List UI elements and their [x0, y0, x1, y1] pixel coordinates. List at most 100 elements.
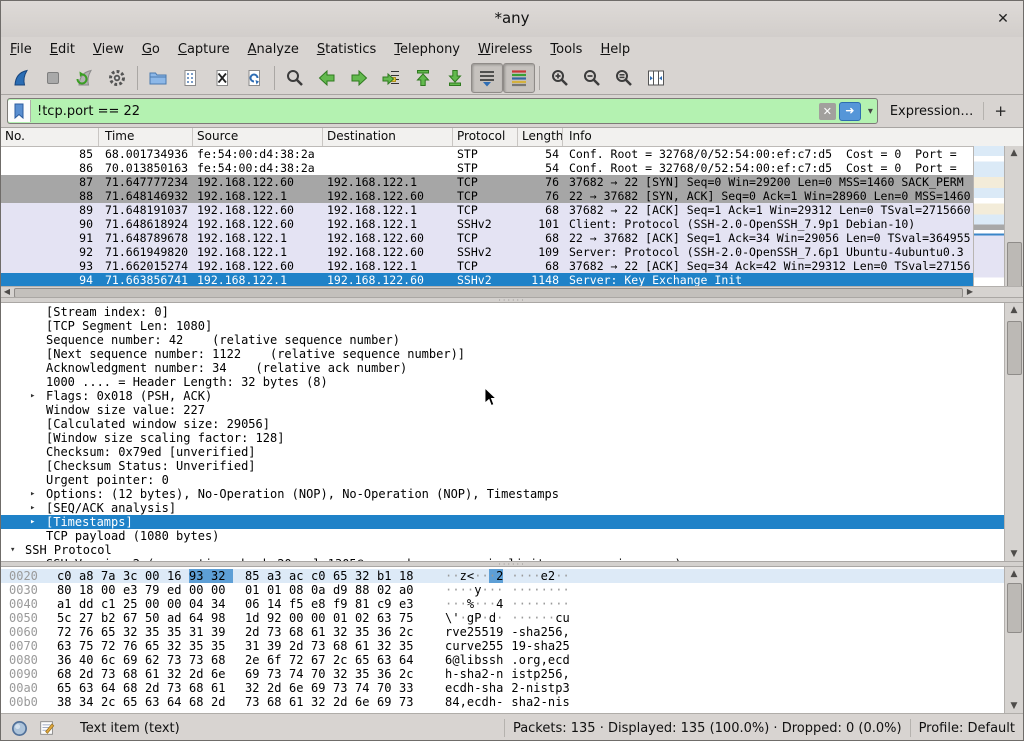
hex-byte[interactable]: 00	[289, 611, 311, 625]
ascii-char[interactable]: 5	[496, 639, 503, 653]
hex-byte[interactable]: a1	[57, 597, 79, 611]
ascii-char[interactable]: c	[445, 639, 452, 653]
ascii-char[interactable]: s	[481, 653, 488, 667]
hex-byte[interactable]: 79	[145, 583, 167, 597]
ascii-char[interactable]: ·	[548, 597, 555, 611]
ascii-char[interactable]: ·	[511, 611, 518, 625]
packet-row-86[interactable]: 8670.013850163fe:54:00:d4:38:2aSTP54Conf…	[1, 161, 1023, 175]
detail-line-13[interactable]: ▸Options: (12 bytes), No-Operation (NOP)…	[1, 487, 1004, 501]
hex-byte[interactable]: 61	[355, 639, 377, 653]
ascii-char[interactable]: t	[548, 681, 555, 695]
hex-byte[interactable]: 50	[145, 611, 167, 625]
menu-edit[interactable]: Edit	[41, 39, 84, 60]
detail-line-7[interactable]: Window size value: 227	[1, 403, 1004, 417]
hex-byte[interactable]: 18	[79, 583, 101, 597]
hex-byte[interactable]: e3	[399, 597, 421, 611]
ascii-char[interactable]: -	[519, 681, 526, 695]
hex-byte[interactable]: 69	[245, 667, 267, 681]
ascii-char[interactable]: d	[562, 653, 569, 667]
capture-comment-button[interactable]	[38, 719, 56, 737]
hex-byte[interactable]: 63	[145, 695, 167, 709]
hex-byte[interactable]: a0	[399, 583, 421, 597]
ascii-char[interactable]: ·	[533, 611, 540, 625]
go-first-packet-button[interactable]	[407, 63, 439, 93]
menu-file[interactable]: File	[1, 39, 41, 60]
filter-apply-button[interactable]: ➜	[839, 102, 861, 121]
ascii-char[interactable]: ·	[541, 583, 548, 597]
ascii-char[interactable]: ,	[460, 695, 467, 709]
hex-byte[interactable]: 2c	[333, 653, 355, 667]
ascii-char[interactable]: h	[541, 639, 548, 653]
restart-capture-button[interactable]	[69, 63, 101, 93]
open-file-button[interactable]	[142, 63, 174, 93]
reload-file-button[interactable]	[238, 63, 270, 93]
hex-byte[interactable]: 00	[311, 611, 333, 625]
column-header-info[interactable]: Info	[563, 128, 1023, 146]
packet-row-89[interactable]: 8971.648191037192.168.122.60192.168.122.…	[1, 203, 1023, 217]
packet-list-hscrollbar[interactable]: ◀ ▶	[1, 286, 976, 297]
hex-byte[interactable]: f5	[289, 597, 311, 611]
ascii-char[interactable]: h	[467, 681, 474, 695]
hex-byte[interactable]: c0	[57, 569, 79, 583]
hex-byte[interactable]: ad	[167, 611, 189, 625]
hex-byte[interactable]: 31	[189, 625, 211, 639]
ascii-char[interactable]: -	[541, 695, 548, 709]
hex-byte[interactable]: 74	[289, 667, 311, 681]
ascii-char[interactable]: ,	[562, 667, 569, 681]
hex-byte[interactable]: 25	[123, 597, 145, 611]
column-header-protocol[interactable]: Protocol	[453, 128, 518, 146]
hex-byte[interactable]: 65	[333, 569, 355, 583]
hex-byte[interactable]: 2c	[101, 695, 123, 709]
hex-byte[interactable]: 65	[355, 653, 377, 667]
hex-byte[interactable]: 67	[123, 611, 145, 625]
menu-wireless[interactable]: Wireless	[469, 39, 541, 60]
hex-byte[interactable]: 08	[289, 583, 311, 597]
expanded-arrow-icon[interactable]: ▾	[10, 543, 15, 557]
hex-byte[interactable]: 73	[245, 695, 267, 709]
ascii-char[interactable]: -	[526, 639, 533, 653]
ascii-char[interactable]: d	[481, 695, 488, 709]
hex-byte[interactable]: 65	[123, 695, 145, 709]
ascii-char[interactable]: ·	[452, 597, 459, 611]
column-header-source[interactable]: Source	[193, 128, 323, 146]
hex-byte[interactable]: 06	[245, 597, 267, 611]
hex-byte[interactable]: 01	[245, 583, 267, 597]
hex-byte[interactable]: 2d	[267, 681, 289, 695]
ascii-char[interactable]: ·	[519, 569, 526, 583]
ascii-char[interactable]: a	[496, 681, 503, 695]
hex-byte[interactable]: 01	[333, 611, 355, 625]
hex-byte[interactable]: 36	[57, 653, 79, 667]
hex-byte[interactable]: 36	[377, 625, 399, 639]
ascii-char[interactable]: n	[526, 681, 533, 695]
packet-row-92[interactable]: 9271.661949820192.168.122.1192.168.122.6…	[1, 245, 1023, 259]
ascii-char[interactable]: ·	[562, 583, 569, 597]
ascii-char[interactable]: 8	[445, 695, 452, 709]
hex-byte[interactable]: 72	[57, 625, 79, 639]
ascii-char[interactable]: h	[519, 695, 526, 709]
hex-byte[interactable]: c1	[101, 597, 123, 611]
collapsed-arrow-icon[interactable]: ▸	[30, 389, 35, 403]
zoom-100-button[interactable]	[608, 63, 640, 93]
ascii-char[interactable]: 9	[519, 639, 526, 653]
ascii-char[interactable]: h	[496, 653, 503, 667]
hex-byte[interactable]: 63	[377, 611, 399, 625]
ascii-char[interactable]: ·	[489, 583, 496, 597]
ascii-char[interactable]: 5	[481, 625, 488, 639]
ascii-char[interactable]: ·	[445, 583, 452, 597]
ascii-char[interactable]: 2	[541, 667, 548, 681]
ascii-char[interactable]: v	[452, 625, 459, 639]
hex-byte[interactable]: 65	[145, 639, 167, 653]
ascii-char[interactable]: r	[526, 653, 533, 667]
hex-byte[interactable]: 76	[123, 639, 145, 653]
hex-byte[interactable]: 75	[399, 611, 421, 625]
ascii-char[interactable]: ·	[526, 597, 533, 611]
ascii-char[interactable]: e	[460, 625, 467, 639]
start-capture-button[interactable]	[5, 63, 37, 93]
ascii-char[interactable]: a	[474, 667, 481, 681]
ascii-char[interactable]: s	[562, 695, 569, 709]
ascii-char[interactable]: ·	[445, 597, 452, 611]
scroll-left-icon[interactable]: ◀	[1, 287, 13, 297]
detail-line-10[interactable]: Checksum: 0x79ed [unverified]	[1, 445, 1004, 459]
detail-line-12[interactable]: Urgent pointer: 0	[1, 473, 1004, 487]
hex-byte[interactable]: 35	[211, 639, 233, 653]
